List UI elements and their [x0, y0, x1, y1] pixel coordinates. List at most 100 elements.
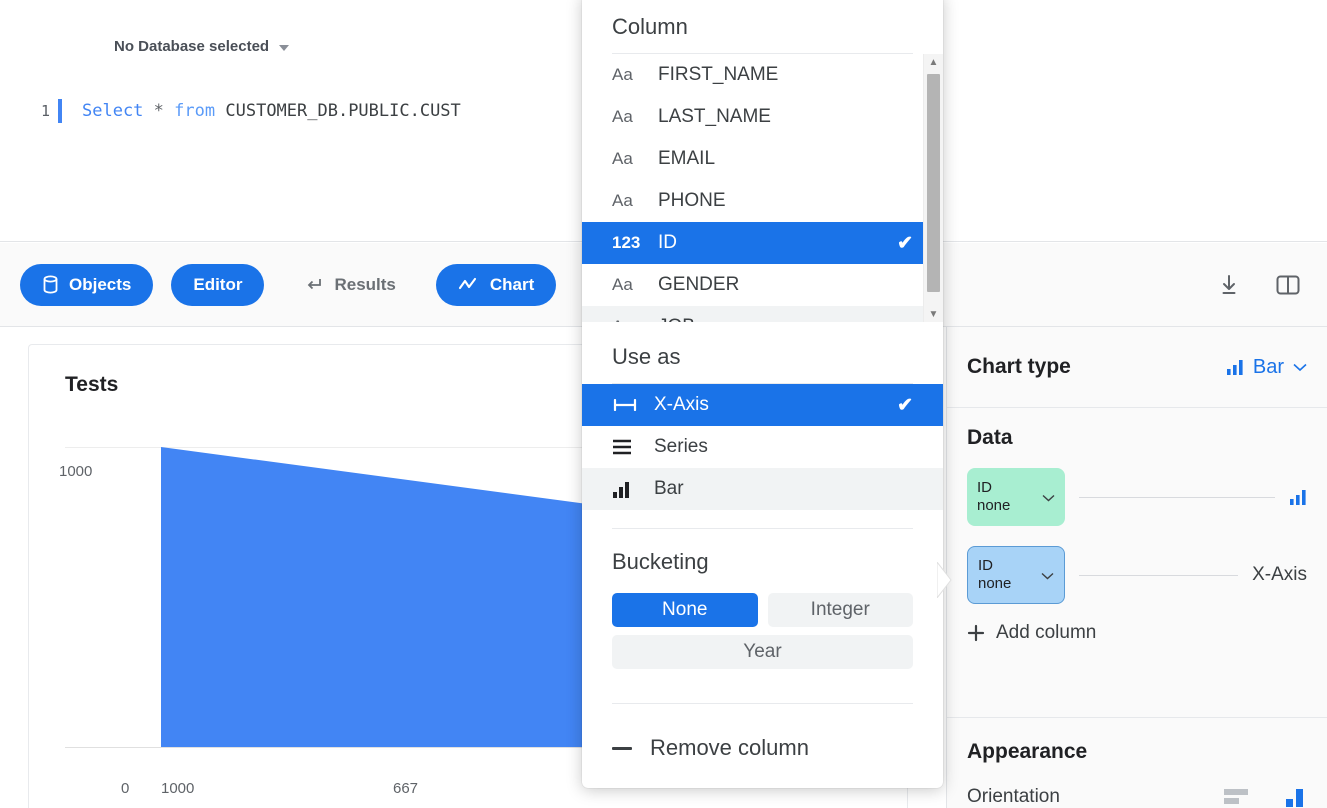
- chart-type-label: Chart type: [967, 355, 1071, 379]
- series-icon: [612, 439, 654, 455]
- chart-line-icon: [458, 277, 480, 293]
- tab-results-label: Results: [334, 275, 395, 295]
- use-as-series-label: Series: [654, 436, 708, 458]
- type-number-icon: 123: [612, 233, 658, 253]
- orientation-row: Orientation: [967, 786, 1307, 808]
- column-list-item-label: LAST_NAME: [658, 106, 771, 128]
- orientation-options: [1223, 787, 1307, 807]
- add-column-button[interactable]: Add column: [967, 622, 1307, 644]
- data-column-role-1: X-Axis: [1252, 564, 1307, 586]
- chart-type-select[interactable]: Bar: [1226, 356, 1307, 379]
- tab-objects[interactable]: Objects: [20, 264, 153, 306]
- app-root: No Database selected 1 Select * from CUS…: [0, 0, 1327, 808]
- column-list-item-id[interactable]: 123 ID ✔: [582, 222, 943, 264]
- column-list-item-label: PHONE: [658, 190, 726, 212]
- use-as-bar[interactable]: Bar: [582, 468, 943, 510]
- tab-chart[interactable]: Chart: [436, 264, 556, 306]
- horizontal-bar-icon[interactable]: [1223, 787, 1249, 807]
- vertical-bar-icon[interactable]: [1285, 787, 1307, 807]
- type-text-icon: Aa: [612, 317, 658, 322]
- arrow-return-icon: [304, 276, 324, 294]
- download-icon[interactable]: [1217, 273, 1241, 297]
- appearance-label: Appearance: [967, 740, 1307, 764]
- chart-title: Tests: [65, 373, 118, 397]
- popup-bucketing-header: Bucketing: [582, 529, 943, 593]
- sql-token-select: Select: [82, 101, 143, 121]
- scrollbar-thumb[interactable]: [927, 74, 940, 292]
- data-column-row: ID none: [967, 466, 1307, 528]
- tab-editor[interactable]: Editor: [171, 264, 264, 306]
- bucketing-option-none[interactable]: None: [612, 593, 758, 627]
- column-list-item-job[interactable]: Aa JOB: [582, 306, 943, 322]
- database-icon: [42, 275, 59, 294]
- type-text-icon: Aa: [612, 65, 658, 85]
- scroll-up-arrow-icon[interactable]: ▲: [924, 54, 943, 70]
- sql-code-line[interactable]: 1 Select * from CUSTOMER_DB.PUBLIC.CUST: [0, 98, 461, 124]
- data-column-chip-1[interactable]: ID none: [967, 546, 1065, 604]
- x-axis-icon: [612, 399, 654, 411]
- bar-icon: [1289, 489, 1307, 505]
- column-config-popup: Column Aa FIRST_NAME Aa LAST_NAME Aa EMA…: [582, 0, 943, 788]
- chevron-down-icon: [1041, 568, 1054, 583]
- remove-column-label: Remove column: [650, 735, 809, 761]
- data-column-row: ID none X-Axis: [967, 544, 1307, 606]
- data-column-connector-1: [1079, 575, 1238, 576]
- column-list-item-phone[interactable]: Aa PHONE: [582, 180, 943, 222]
- column-list-item-gender[interactable]: Aa GENDER: [582, 264, 943, 306]
- data-column-chip-1-bucket: none: [978, 575, 1011, 592]
- data-column-chip-0-bucket: none: [977, 497, 1010, 514]
- data-column-chip-1-text: ID none: [978, 557, 1011, 593]
- add-column-label: Add column: [996, 622, 1096, 644]
- type-text-icon: Aa: [612, 275, 658, 295]
- column-list-item-first-name[interactable]: Aa FIRST_NAME: [582, 54, 943, 96]
- chevron-down-icon: [1042, 490, 1055, 505]
- split-panel-icon[interactable]: [1275, 273, 1301, 297]
- scroll-down-arrow-icon[interactable]: ▼: [924, 306, 943, 322]
- sql-text: Select * from CUSTOMER_DB.PUBLIC.CUST: [82, 98, 461, 124]
- tab-results[interactable]: Results: [282, 264, 417, 306]
- bucketing-option-year[interactable]: Year: [612, 635, 913, 669]
- minus-icon: [612, 747, 632, 750]
- sql-token-star: *: [154, 101, 164, 121]
- appearance-section: Appearance Orientation: [947, 717, 1327, 808]
- data-column-chip-1-name: ID: [978, 557, 993, 574]
- sql-token-from: from: [174, 101, 215, 121]
- check-icon: ✔: [897, 232, 913, 255]
- tabbar-actions: [1217, 273, 1327, 297]
- data-column-connector-0: [1079, 497, 1275, 498]
- column-list-item-email[interactable]: Aa EMAIL: [582, 138, 943, 180]
- use-as-x-axis-label: X-Axis: [654, 394, 709, 416]
- remove-column-button[interactable]: Remove column: [582, 718, 943, 778]
- column-list-item-last-name[interactable]: Aa LAST_NAME: [582, 96, 943, 138]
- column-list-item-label: JOB: [658, 316, 695, 322]
- database-selector[interactable]: No Database selected: [114, 38, 289, 55]
- divider: [612, 703, 913, 704]
- line-number: 1: [0, 98, 58, 124]
- type-text-icon: Aa: [612, 191, 658, 211]
- chart-xtick-2: 667: [393, 780, 418, 797]
- use-as-series[interactable]: Series: [582, 426, 943, 468]
- chart-xtick-1: 1000: [161, 780, 194, 797]
- data-column-chip-0[interactable]: ID none: [967, 468, 1065, 526]
- chevron-down-icon: [1293, 363, 1307, 372]
- popup-pointer: [937, 562, 953, 598]
- popup-use-as-header: Use as: [582, 322, 943, 383]
- sql-token-table: CUSTOMER_DB.PUBLIC.CUST: [225, 101, 460, 121]
- type-text-icon: Aa: [612, 107, 658, 127]
- bar-icon: [1226, 359, 1244, 375]
- plus-icon: [967, 624, 985, 642]
- bucketing-options-row2: Year: [582, 627, 943, 669]
- tab-chart-label: Chart: [490, 275, 534, 295]
- database-selector-label: No Database selected: [114, 38, 269, 55]
- column-list-item-label: FIRST_NAME: [658, 64, 778, 86]
- bucketing-options: None Integer: [582, 593, 943, 627]
- bar-icon: [612, 481, 654, 498]
- orientation-label: Orientation: [967, 786, 1060, 808]
- bucketing-option-integer[interactable]: Integer: [768, 593, 914, 627]
- column-list-item-label: EMAIL: [658, 148, 715, 170]
- chart-type-value: Bar: [1253, 356, 1284, 379]
- data-column-chip-0-text: ID none: [977, 479, 1010, 515]
- column-list-scrollbar[interactable]: ▲ ▼: [923, 54, 943, 322]
- use-as-x-axis[interactable]: X-Axis ✔: [582, 384, 943, 426]
- column-list[interactable]: Aa FIRST_NAME Aa LAST_NAME Aa EMAIL Aa P…: [582, 54, 943, 322]
